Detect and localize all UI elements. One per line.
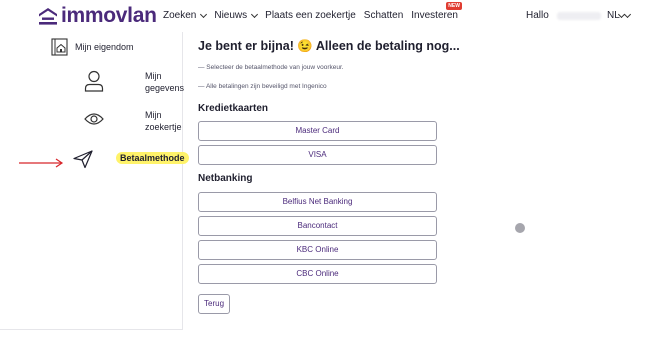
belfius-button[interactable]: Belfius Net Banking [198,192,437,212]
sidebar-item-label: Mijn eigendom [75,42,134,52]
sidebar-item-label: Mijn gegevens [145,71,185,93]
house-logo-icon [39,8,57,25]
user-icon [84,70,104,92]
nav-zoeken-label: Zoeken [163,10,197,21]
new-badge: NEW [446,2,462,10]
main-nav: Zoeken Nieuws Plaats een zoekertje Schat… [163,2,466,21]
cursor-indicator [515,223,525,233]
bancontact-button[interactable]: Bancontact [198,216,437,236]
chevron-down-icon [200,10,208,18]
instruction-note: — Selecteer de betaalmethode van jouw vo… [198,64,344,71]
sidebar-item-label-active: Betaalmethode [116,152,189,164]
sidebar-item-mijn-zoekertje[interactable]: Mijn zoekertje [84,110,182,132]
chevron-down-icon [623,10,631,18]
logo-text: immovlan [61,4,157,27]
netbanking-options: Belfius Net Banking Bancontact KBC Onlin… [198,192,498,284]
language-label: NL [607,10,620,21]
page-title: Je bent er bijna! 😉 Alleen de betaling n… [198,39,460,53]
nav-plaats-zoekertje-label: Plaats een zoekertje [265,10,356,21]
property-icon [51,38,68,56]
credit-cards-heading: Kredietkaarten [198,103,269,114]
blurred-username [556,11,601,20]
nav-plaats-zoekertje[interactable]: Plaats een zoekertje [265,10,356,21]
sidebar-item-mijn-eigendom[interactable]: Mijn eigendom [51,38,134,56]
mastercard-button[interactable]: Master Card [198,121,437,141]
immovlan-logo[interactable]: immovlan [38,5,157,27]
sidebar-item-label: Mijn zoekertje [145,110,182,132]
nav-nieuws-label: Nieuws [214,10,248,21]
sidebar-item-mijn-gegevens[interactable]: Mijn gegevens [84,70,184,93]
nav-schatten-label: Schatten [363,10,404,21]
send-icon [72,149,94,169]
greeting-text: Hallo [526,10,549,21]
credit-card-options: Master Card VISA [198,121,498,165]
chevron-down-icon [251,10,259,18]
nav-schatten[interactable]: Schatten [364,10,403,21]
annotation-arrow-icon [19,158,64,168]
kbc-online-button[interactable]: KBC Online [198,240,437,260]
sidebar-item-betaalmethode[interactable]: Betaalmethode [72,149,189,169]
nav-nieuws[interactable]: Nieuws [214,10,259,21]
cbc-online-button[interactable]: CBC Online [198,264,437,284]
language-selector[interactable]: NL [607,10,631,21]
account-sidebar: Mijn eigendom Mijn gegevens Mijn zoekert… [0,32,189,330]
nav-investeren[interactable]: Investeren NEW [411,2,462,21]
eye-icon [84,112,104,126]
back-button[interactable]: Terug [198,294,231,314]
visa-button[interactable]: VISA [198,145,437,165]
netbanking-heading: Netbanking [198,173,253,184]
payment-panel: Je bent er bijna! 😉 Alleen de betaling n… [198,38,498,314]
nav-zoeken[interactable]: Zoeken [163,10,208,21]
security-note: — Alle betalingen zijn beveiligd met Ing… [198,83,327,90]
top-navigation-bar: immovlan Zoeken Nieuws Plaats een zoeker… [0,0,670,32]
nav-investeren-label: Investeren [411,10,458,21]
